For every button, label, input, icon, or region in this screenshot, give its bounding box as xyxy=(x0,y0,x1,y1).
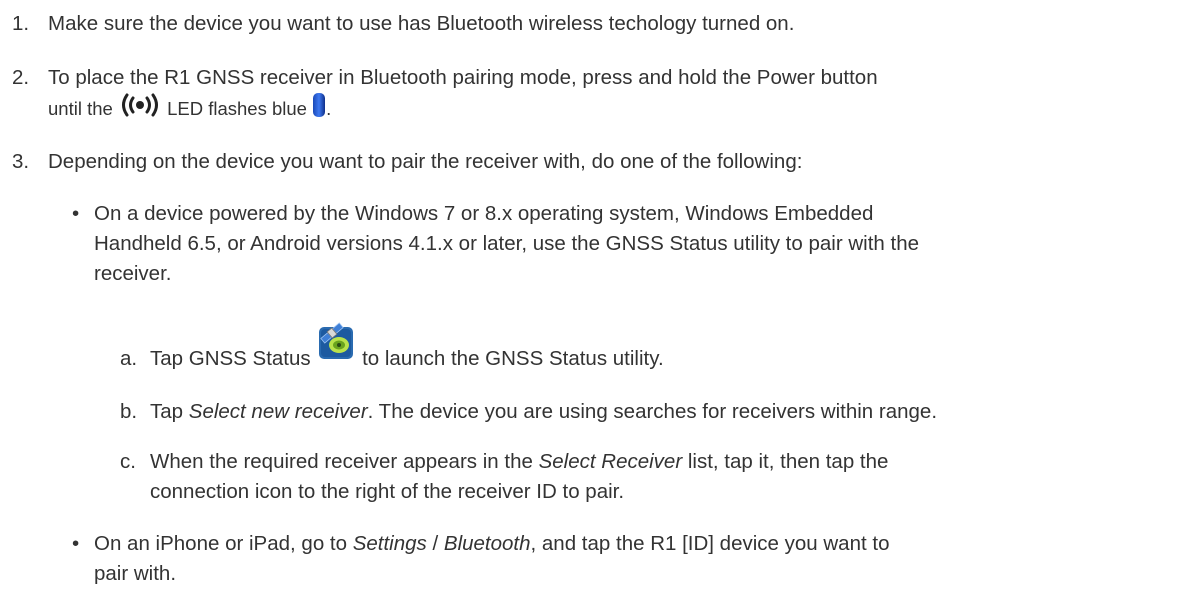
bullet-text-line2: Handheld 6.5, or Android versions 4.1.x … xyxy=(94,232,919,255)
select-new-receiver-term: Select new receiver xyxy=(188,400,368,423)
step-text-led: LED flashes blue xyxy=(167,97,307,119)
substep-label: a. xyxy=(120,347,138,370)
blue-led-icon xyxy=(312,92,326,128)
step-text-until: until the xyxy=(48,97,113,119)
gnss-status-satellite-icon xyxy=(316,321,356,371)
step-number: 3. xyxy=(12,150,30,173)
step-number: 2. xyxy=(12,66,30,89)
substep-text: Tap GNSS Status xyxy=(150,347,311,370)
step-text-line1: To place the R1 GNSS receiver in Bluetoo… xyxy=(48,66,878,89)
step-text: Depending on the device you want to pair… xyxy=(48,150,803,173)
settings-term: Settings xyxy=(352,532,427,555)
substep-text-rest: to launch the GNSS Status utility. xyxy=(362,347,664,370)
step-text: Make sure the device you want to use has… xyxy=(48,12,795,35)
bullet-dot: • xyxy=(72,532,80,555)
step-number: 1. xyxy=(12,12,30,35)
step-text-period: . xyxy=(326,97,332,119)
substep-text-line2: connection icon to the right of the rece… xyxy=(150,480,625,503)
radio-waves-led-icon xyxy=(118,92,162,128)
bullet-text-line3: receiver. xyxy=(94,262,172,285)
bullet-dot: • xyxy=(72,202,80,225)
select-receiver-term: Select Receiver xyxy=(538,450,683,473)
bullet-text-line1: On a device powered by the Windows 7 or … xyxy=(94,202,874,225)
bullet-text-line2: pair with. xyxy=(94,562,177,585)
bluetooth-term: Bluetooth xyxy=(443,532,531,555)
document: 1. Make sure the device you want to use … xyxy=(0,0,1192,607)
substep-label: b. xyxy=(120,400,138,423)
substep-label: c. xyxy=(120,450,136,473)
